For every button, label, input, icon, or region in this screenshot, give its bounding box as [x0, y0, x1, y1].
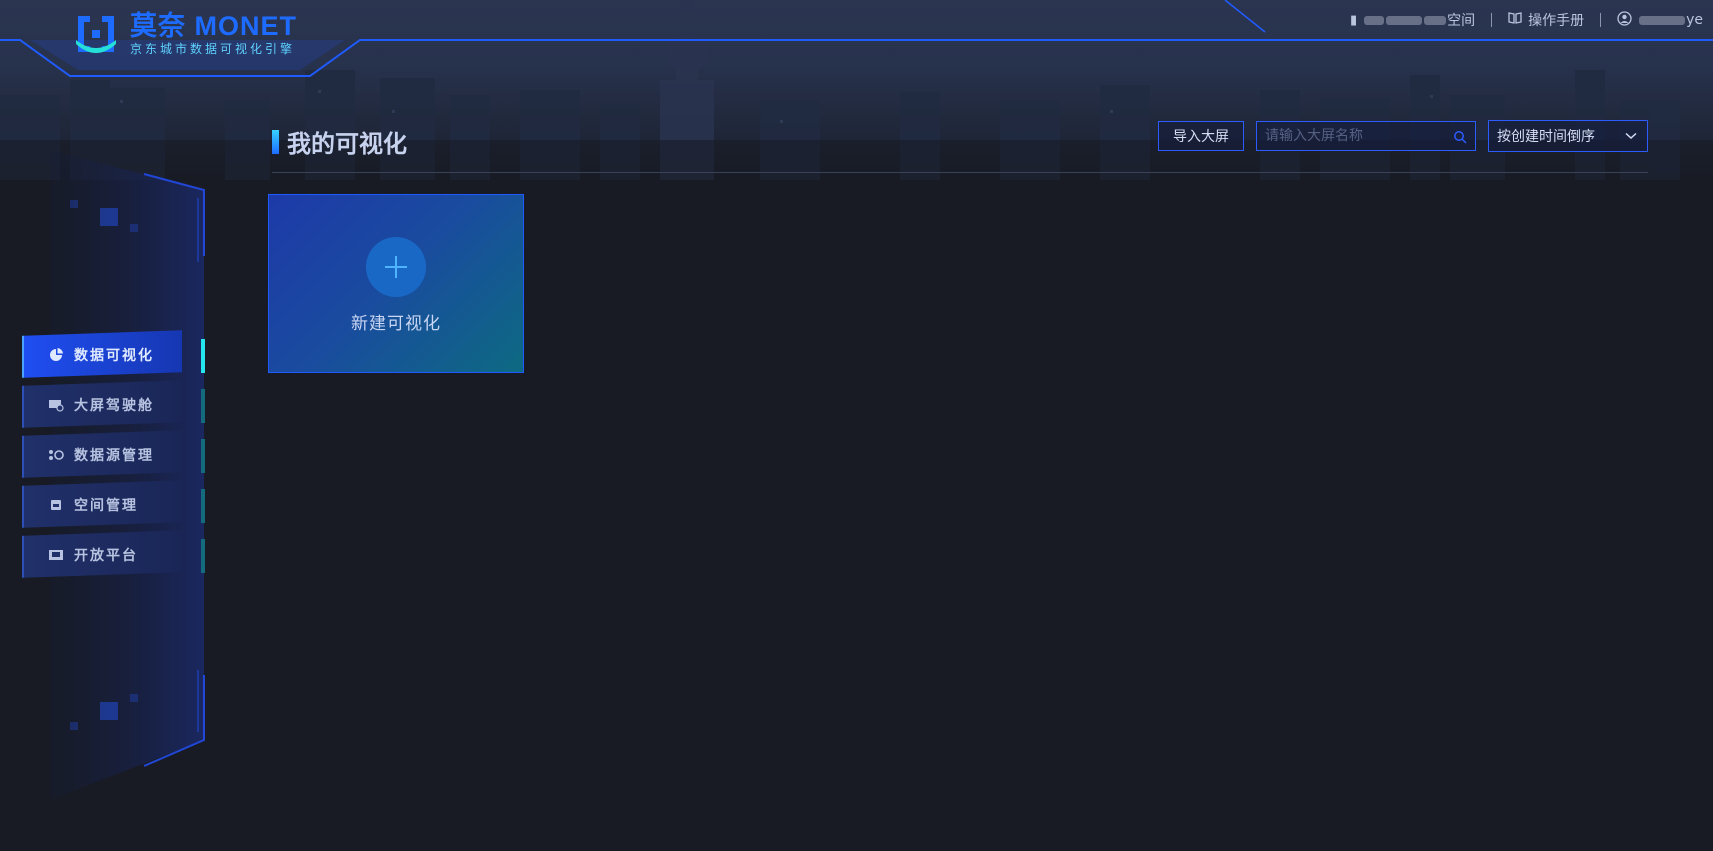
- platform-icon: [48, 548, 64, 562]
- nav-item-indicator: [201, 439, 205, 473]
- logo-title: 莫奈 MONET: [130, 11, 297, 41]
- sidebar-item-datasource-management[interactable]: 数据源管理: [22, 430, 206, 478]
- toolbar: 导入大屏 按创建时间倒序: [1158, 120, 1648, 152]
- user-icon: [1617, 10, 1632, 30]
- monitor-icon: [48, 398, 64, 412]
- plus-icon: [366, 237, 426, 297]
- logo[interactable]: 莫奈 MONET 京东城市数据可视化引擎: [72, 10, 297, 58]
- sidebar-item-dashboard-cockpit[interactable]: 大屏驾驶舱: [22, 380, 206, 428]
- space-icon: [48, 498, 64, 512]
- title-accent-bar: [272, 129, 279, 154]
- datasource-icon: [48, 448, 64, 462]
- workspace-switch[interactable]: ▮ 空间: [1334, 10, 1491, 30]
- workspace-label: 空间: [1447, 13, 1476, 29]
- pie-chart-icon: [48, 348, 64, 362]
- sort-select[interactable]: 按创建时间倒序: [1488, 120, 1648, 152]
- page-title-text: 我的可视化: [287, 130, 407, 158]
- sidebar-item-label: 开放平台: [74, 548, 138, 564]
- sidebar-item-label: 数据可视化: [74, 348, 154, 364]
- chevron-down-icon: [1625, 128, 1637, 144]
- sort-select-value: 按创建时间倒序: [1497, 129, 1595, 145]
- nav-item-indicator: [201, 539, 205, 573]
- redacted-text: [1639, 15, 1686, 25]
- title-divider: [272, 172, 1648, 173]
- manual-link[interactable]: 操作手册: [1492, 10, 1600, 30]
- book-icon: [1508, 12, 1522, 28]
- sidebar-item-data-visualization[interactable]: 数据可视化: [22, 330, 206, 378]
- user-menu[interactable]: ye: [1601, 10, 1713, 30]
- logo-subtitle: 京东城市数据可视化引擎: [130, 42, 296, 56]
- create-visualization-label: 新建可视化: [351, 314, 441, 334]
- search-input[interactable]: [1257, 127, 1453, 145]
- nav-item-indicator: [201, 389, 205, 423]
- user-name: ye: [1686, 12, 1703, 28]
- header-actions: ▮ 空间 操作手册 ye: [1334, 10, 1713, 30]
- sidebar-item-label: 空间管理: [74, 498, 138, 514]
- search-icon[interactable]: [1453, 129, 1467, 144]
- workspace-icon: ▮: [1349, 12, 1358, 28]
- sidebar-item-label: 数据源管理: [74, 448, 154, 464]
- sidebar-item-open-platform[interactable]: 开放平台: [22, 530, 206, 578]
- monet-logo-icon: [72, 10, 120, 58]
- manual-label: 操作手册: [1528, 13, 1585, 29]
- nav-item-indicator: [201, 489, 205, 523]
- nav-item-indicator: [201, 339, 205, 373]
- create-visualization-card[interactable]: 新建可视化: [268, 194, 524, 373]
- sidebar-item-space-management[interactable]: 空间管理: [22, 480, 206, 528]
- redacted-text: [1424, 15, 1447, 25]
- sidebar-item-label: 大屏驾驶舱: [74, 398, 154, 414]
- redacted-text: [1364, 15, 1385, 25]
- import-screen-button[interactable]: 导入大屏: [1158, 121, 1244, 151]
- page-title: 我的可视化: [272, 124, 407, 159]
- sidebar-nav: 数据可视化 大屏驾驶舱 数据源管理 空间管理 开放平台: [22, 330, 206, 583]
- search-box: [1256, 121, 1476, 151]
- redacted-text: [1386, 15, 1423, 25]
